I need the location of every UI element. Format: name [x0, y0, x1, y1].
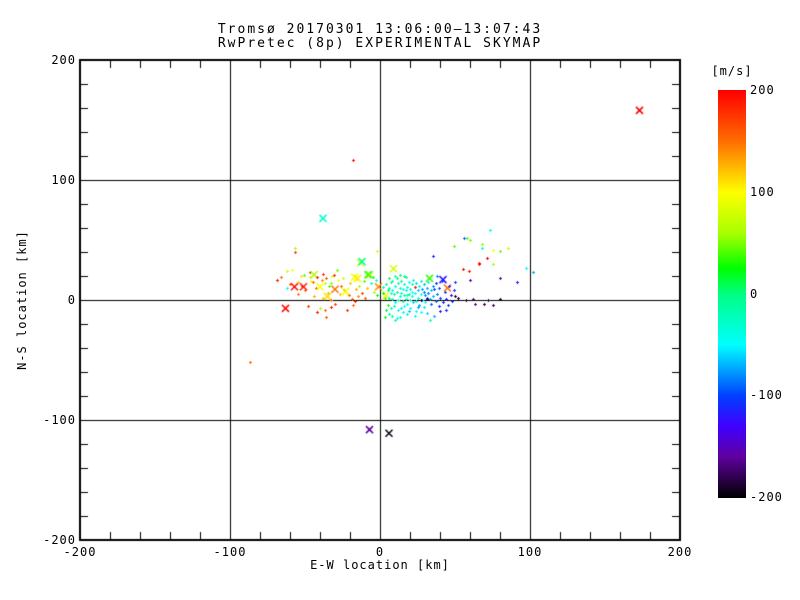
skymap-page: { "title": { "line1": "Tromsø 20170301 1… — [0, 0, 800, 600]
skymap-plot-canvas — [0, 0, 800, 600]
x-axis-label: E-W location [km] — [310, 558, 450, 572]
colorbar-gradient — [718, 90, 746, 498]
y-tick-label: -100 — [43, 413, 76, 427]
y-tick-label: 0 — [67, 293, 76, 307]
colorbar-tick-label: 200 — [750, 83, 775, 97]
colorbar-tick-label: 100 — [750, 184, 775, 199]
plot-title-line1: Tromsø 20170301 13:06:00–13:07:43 — [217, 22, 543, 37]
x-tick-label: -200 — [63, 545, 97, 559]
colorbar-tick-label: 0 — [750, 286, 759, 301]
plot-title-line2: RwPretec (8p) EXPERIMENTAL SKYMAP — [217, 36, 543, 51]
x-tick-label: 100 — [517, 545, 543, 559]
colorbar-tick-label: -200 — [750, 490, 783, 504]
colorbar-unit-label: [m/s] — [711, 64, 753, 78]
y-tick-label: 100 — [51, 173, 76, 187]
y-axis-label: N-S location [km] — [15, 230, 29, 370]
y-tick-label: -200 — [43, 533, 76, 547]
y-tick-label: 200 — [51, 53, 76, 67]
x-tick-label: -100 — [213, 545, 247, 559]
colorbar-tick-label: -100 — [750, 388, 783, 403]
x-tick-label: 200 — [667, 545, 693, 559]
x-tick-label: 0 — [375, 545, 385, 559]
